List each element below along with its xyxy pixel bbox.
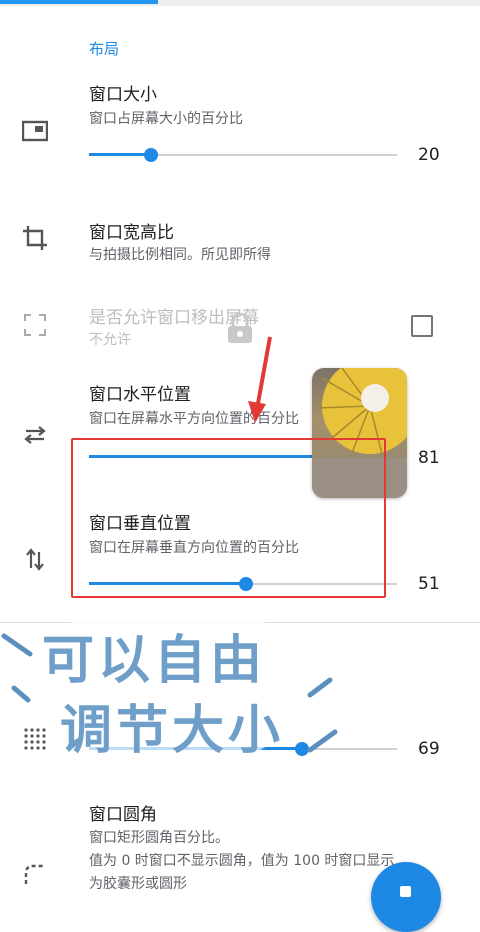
- setting-title: 窗口水平位置: [89, 385, 191, 405]
- highlight-box: [71, 438, 386, 598]
- allow-out-checkbox[interactable]: [411, 315, 433, 337]
- setting-title: 窗口大小: [89, 85, 157, 105]
- window-size-icon: [20, 116, 50, 146]
- crop-icon: [20, 223, 50, 253]
- top-tab-indicator-bar: [0, 0, 480, 6]
- setting-subtitle: 与拍摄比例相同。所见即所得: [89, 247, 271, 263]
- section-title: 布局: [89, 40, 120, 58]
- stop-icon: [400, 886, 411, 897]
- red-arrow-icon: [248, 336, 272, 423]
- stop-record-button[interactable]: [371, 862, 441, 932]
- caption-decoration: [1, 633, 338, 753]
- setting-title: 窗口圆角: [89, 805, 157, 825]
- setting-subtitle: 窗口占屏幕大小的百分比: [89, 111, 243, 127]
- active-tab-indicator: [0, 0, 158, 4]
- setting-aspect-ratio[interactable]: 窗口宽高比 与拍摄比例相同。所见即所得: [0, 218, 480, 278]
- slider-value: 81: [418, 448, 440, 468]
- window-size-slider[interactable]: [89, 147, 397, 163]
- setting-allow-out-of-screen[interactable]: 是否允许窗口移出屏幕 不允许: [0, 303, 480, 353]
- slider-value: 69: [418, 739, 440, 759]
- setting-subtitle: 不允许: [89, 332, 131, 348]
- slider-value: 51: [418, 574, 440, 594]
- setting-subtitle-line2: 值为 0 时窗口不显示圆角，值为 100 时窗口显示: [89, 853, 395, 869]
- swap-vertical-icon: [20, 545, 50, 575]
- setting-window-size[interactable]: 窗口大小 窗口占屏幕大小的百分比 20: [0, 78, 480, 168]
- fullscreen-icon: [20, 310, 50, 340]
- rounded-corner-icon: [20, 860, 50, 890]
- setting-subtitle-line3: 为胶囊形或圆形: [89, 876, 187, 892]
- slider-value: 20: [418, 145, 440, 165]
- setting-title: 窗口宽高比: [89, 223, 174, 243]
- setting-subtitle: 窗口矩形圆角百分比。: [89, 830, 229, 846]
- slider-thumb[interactable]: [143, 148, 158, 162]
- swap-horizontal-icon: [20, 420, 50, 450]
